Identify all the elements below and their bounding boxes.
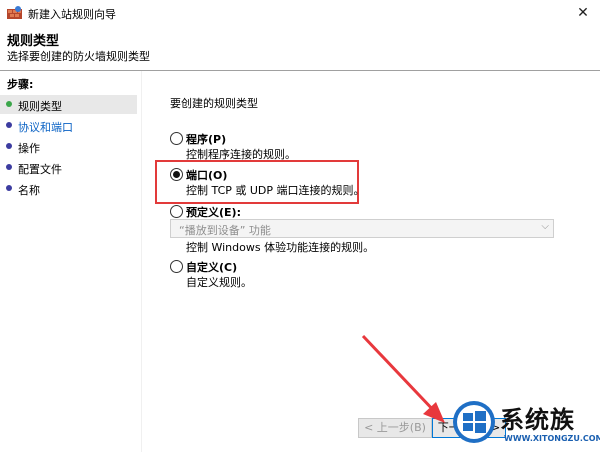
watermark-text: 系统族 bbox=[500, 406, 575, 434]
watermark-url: WWW.XITONGZU.COM bbox=[504, 434, 600, 443]
windows-logo-icon bbox=[453, 401, 495, 443]
annotation-arrow bbox=[361, 334, 445, 423]
watermark: 系统族 WWW.XITONGZU.COM bbox=[452, 398, 600, 452]
